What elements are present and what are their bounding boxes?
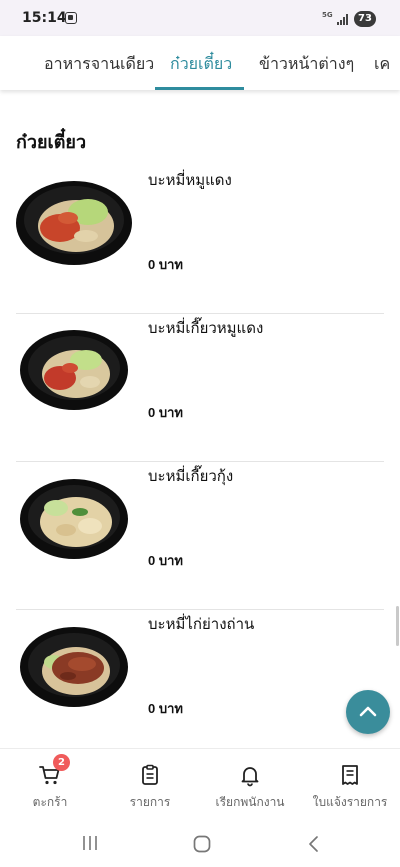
category-tabs: อาหารจานเดียว ก๋วยเตี๋ยว ข้าวหน้าต่างๆ เ… [0, 36, 400, 90]
menu-item-price: 0 บาท [148, 257, 183, 272]
nav-label: ตะกร้า [32, 795, 68, 809]
network-type-label: 5G [322, 11, 333, 19]
nav-label: รายการ [129, 795, 171, 809]
scrollbar[interactable] [396, 606, 399, 646]
menu-item-name: บะหมี่เกี๊ยวกุ้ง [148, 468, 234, 485]
menu-item[interactable]: บะหมี่เกี๊ยวหมูแดง 0 บาท [16, 314, 384, 462]
nav-order-list[interactable]: รายการ [100, 749, 200, 821]
cart-count-badge: 2 [53, 754, 70, 771]
menu-item-name: บะหมี่หมูแดง [148, 172, 232, 189]
receipt-icon [342, 765, 358, 785]
section-title: ก๋วยเตี๋ยว [16, 132, 87, 152]
home-icon[interactable] [192, 834, 212, 854]
dish-image-red-pork-noodle [16, 181, 132, 265]
nav-call-staff[interactable]: เรียกพนักงาน [200, 749, 300, 821]
dish-image-shrimp-wonton-noodle [20, 479, 128, 559]
status-time: 15:14 [22, 10, 67, 26]
nav-cart[interactable]: 2 ตะกร้า [0, 749, 100, 821]
menu-item-name: บะหมี่เกี๊ยวหมูแดง [148, 320, 264, 337]
scroll-to-top-button[interactable] [346, 690, 390, 734]
tab-single-dish[interactable]: อาหารจานเดียว [44, 52, 154, 77]
nav-label: เรียกพนักงาน [215, 795, 285, 809]
menu-item-name: บะหมี่ไก่ย่างถ่าน [148, 616, 255, 633]
battery-indicator: 73 [354, 11, 376, 27]
active-tab-indicator [155, 87, 244, 90]
menu-item[interactable]: บะหมี่ไก่ย่างถ่าน 0 บาท [16, 610, 384, 758]
tab-next-category[interactable]: เค [374, 52, 390, 77]
menu-item[interactable]: บะหมี่เกี๊ยวกุ้ง 0 บาท [16, 462, 384, 610]
system-nav-bar [0, 820, 400, 867]
dish-image-grilled-chicken-noodle [20, 627, 128, 707]
bottom-nav: 2 ตะกร้า รายการ เรียกพนักงาน ใบแจ้งรายกา… [0, 748, 400, 820]
menu-item-price: 0 บาท [148, 701, 183, 716]
menu-item-price: 0 บาท [148, 553, 183, 568]
menu-item-price: 0 บาท [148, 405, 183, 420]
nav-label: ใบแจ้งรายการ [312, 795, 388, 809]
recent-apps-icon[interactable] [80, 834, 100, 852]
status-bar: 15:14 5G 73 [0, 0, 400, 36]
screen-record-icon [65, 12, 77, 24]
bell-icon [241, 767, 259, 787]
clipboard-icon [142, 764, 158, 785]
menu-item[interactable]: บะหมี่หมูแดง 0 บาท [16, 166, 384, 314]
tab-noodles[interactable]: ก๋วยเตี๋ยว [170, 52, 232, 77]
chevron-up-icon [359, 706, 377, 717]
dish-image-wonton-red-pork-noodle [20, 330, 128, 410]
back-icon[interactable] [306, 834, 322, 854]
nav-bill[interactable]: ใบแจ้งรายการ [300, 749, 400, 821]
signal-icon [337, 14, 350, 25]
tab-rice-toppings[interactable]: ข้าวหน้าต่างๆ [259, 52, 354, 77]
